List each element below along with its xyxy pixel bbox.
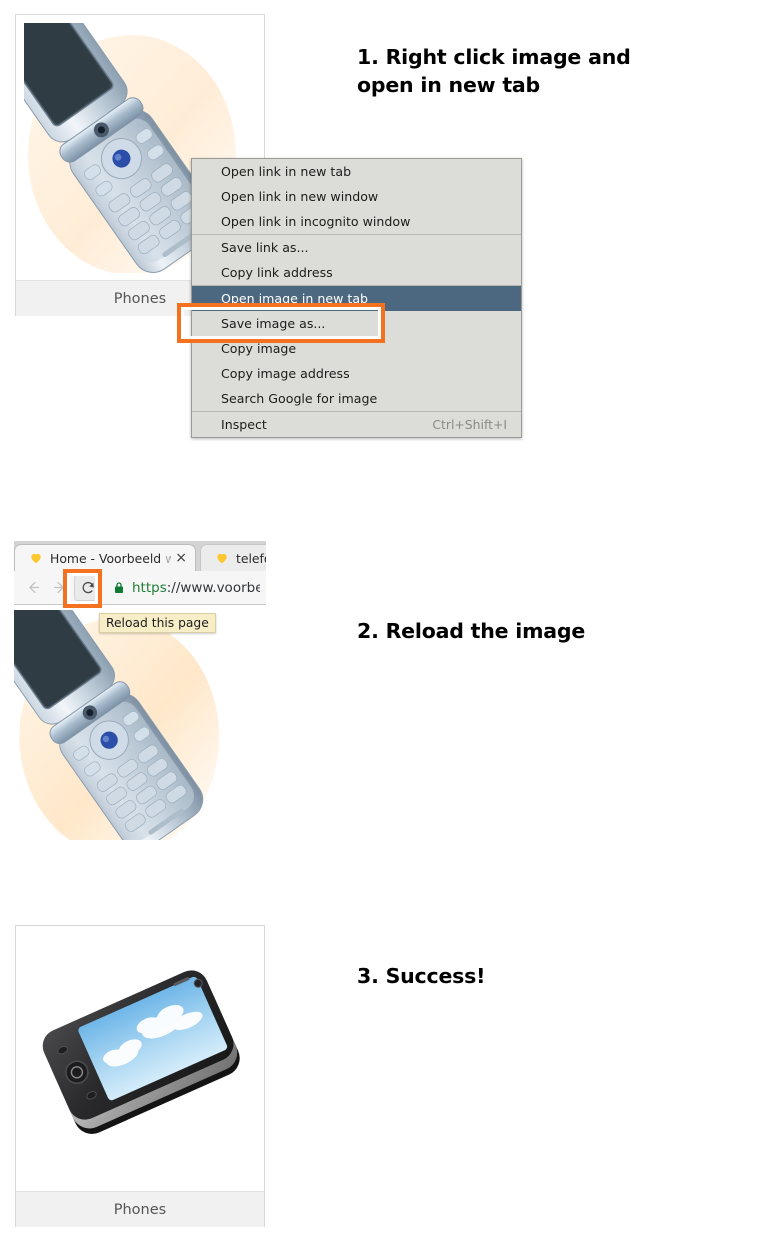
menu-item-label: Save image as... <box>221 316 326 331</box>
browser-tab-title: telefoo <box>236 550 266 566</box>
menu-item-label: Copy image address <box>221 366 350 381</box>
menu-item-label: Copy image <box>221 341 297 356</box>
browser-viewport[interactable] <box>14 606 266 840</box>
forward-button[interactable] <box>46 575 72 601</box>
browser-tab-title: Home - Voorbeeld we <box>50 551 171 566</box>
menu-item-open-link-new-tab[interactable]: Open link in new tab <box>192 159 521 184</box>
menu-item-copy-image[interactable]: Copy image <box>192 336 521 361</box>
step-1-heading: 1. Right click image and open in new tab <box>357 45 631 97</box>
card-caption: Phones <box>16 1191 264 1227</box>
menu-item-label: Open link in incognito window <box>221 214 411 229</box>
menu-item-shortcut: Ctrl+Shift+I <box>432 417 507 432</box>
step-3-heading: 3. Success! <box>357 964 486 988</box>
menu-item-label: Inspect <box>221 417 267 432</box>
tab-title-faded: we <box>165 550 172 566</box>
back-button[interactable] <box>20 575 46 601</box>
arrow-left-icon <box>28 581 39 594</box>
browser-toolbar[interactable]: https://www.voorbeeld <box>14 571 266 605</box>
browser-tabstrip[interactable]: Home - Voorbeeld we × telefoo <box>14 541 266 571</box>
reload-icon <box>82 581 94 594</box>
menu-item-copy-image-address[interactable]: Copy image address <box>192 361 521 386</box>
browser-tab-inactive[interactable]: telefoo <box>200 544 266 571</box>
context-menu-group: Save link as... Copy link address <box>192 234 521 285</box>
menu-item-label: Open link in new window <box>221 189 379 204</box>
menu-item-open-link-incognito[interactable]: Open link in incognito window <box>192 209 521 234</box>
card-caption-label: Phones <box>113 290 167 307</box>
product-card-step3[interactable]: Phones <box>15 925 265 1227</box>
menu-item-save-link-as[interactable]: Save link as... <box>192 235 521 260</box>
url-scheme: https <box>132 579 167 596</box>
menu-item-save-image-as[interactable]: Save image as... <box>192 311 521 336</box>
menu-item-label: Save link as... <box>221 240 309 255</box>
smartphone-photo[interactable] <box>32 956 254 1156</box>
step-2-heading: 2. Reload the image <box>357 619 586 643</box>
menu-item-open-image-new-tab[interactable]: Open image in new tab <box>192 286 521 311</box>
heart-icon <box>31 553 41 564</box>
context-menu[interactable]: Open link in new tab Open link in new wi… <box>191 158 522 438</box>
menu-item-inspect[interactable]: Inspect Ctrl+Shift+I <box>192 412 521 437</box>
menu-item-search-google-for-image[interactable]: Search Google for image <box>192 386 521 411</box>
menu-item-label: Search Google for image <box>221 391 378 406</box>
menu-item-copy-link-address[interactable]: Copy link address <box>192 260 521 285</box>
menu-item-label: Open link in new tab <box>221 164 352 179</box>
browser-window[interactable]: Home - Voorbeeld we × telefoo <box>14 541 266 840</box>
lock-icon <box>113 581 125 594</box>
menu-item-open-link-new-window[interactable]: Open link in new window <box>192 184 521 209</box>
context-menu-group: Open link in new tab Open link in new wi… <box>192 159 521 234</box>
reload-button[interactable] <box>74 574 102 601</box>
browser-tab-active[interactable]: Home - Voorbeeld we × <box>14 544 196 571</box>
context-menu-group: Inspect Ctrl+Shift+I <box>192 411 521 437</box>
context-menu-group: Open image in new tab Save image as... C… <box>192 285 521 411</box>
menu-item-label: Copy link address <box>221 265 333 280</box>
heart-icon <box>217 553 227 564</box>
url-rest: ://www.voorbeeld <box>166 579 260 596</box>
card-image-area[interactable] <box>16 926 264 1191</box>
address-bar[interactable]: https://www.voorbeeld <box>113 576 260 600</box>
tab-title-text: Home - Voorbeeld <box>50 550 166 566</box>
flip-phone-photo-fullsize[interactable] <box>14 610 244 840</box>
card-caption-label: Phones <box>113 1201 167 1218</box>
reload-tooltip: Reload this page <box>99 613 216 633</box>
close-icon[interactable]: × <box>175 551 187 565</box>
arrow-right-icon <box>53 581 64 594</box>
menu-item-label: Open image in new tab <box>221 291 369 306</box>
